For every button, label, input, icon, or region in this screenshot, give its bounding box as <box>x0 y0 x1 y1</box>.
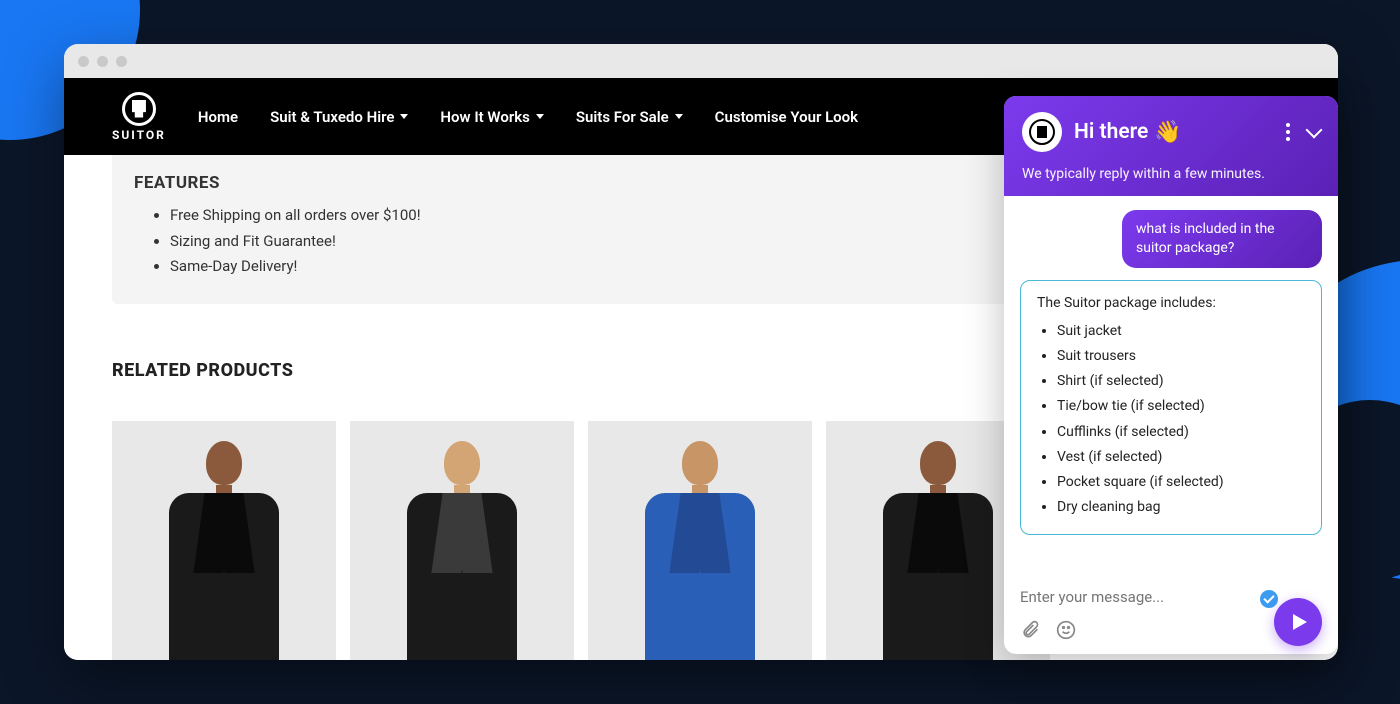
logo-icon <box>122 92 156 126</box>
chat-brand-logo <box>1022 112 1062 152</box>
brand-name: SUITOR <box>112 128 166 142</box>
product-image <box>645 441 755 661</box>
nav-suit-tuxedo-hire[interactable]: Suit & Tuxedo Hire <box>270 108 408 126</box>
chat-subtitle: We typically reply within a few minutes. <box>1022 166 1320 182</box>
chat-bot-message: The Suitor package includes: Suit jacket… <box>1020 280 1322 536</box>
bot-intro: The Suitor package includes: <box>1037 295 1305 311</box>
bot-list-item: Pocket square (if selected) <box>1057 470 1305 495</box>
chat-greeting: Hi there 👋 <box>1074 120 1274 145</box>
bot-list-item: Cufflinks (if selected) <box>1057 420 1305 445</box>
chat-header: Hi there 👋 We typically reply within a f… <box>1004 96 1338 196</box>
emoji-icon[interactable] <box>1056 620 1076 640</box>
attachment-icon[interactable] <box>1020 620 1040 640</box>
verified-badge-icon <box>1260 590 1278 608</box>
bot-list-item: Suit trousers <box>1057 344 1305 369</box>
send-button[interactable] <box>1274 598 1322 646</box>
nav-how-it-works[interactable]: How It Works <box>440 108 543 126</box>
nav-customise[interactable]: Customise Your Look <box>715 108 858 126</box>
nav-home[interactable]: Home <box>198 108 238 126</box>
nav-suits-for-sale[interactable]: Suits For Sale <box>576 108 683 126</box>
window-minimize-icon[interactable] <box>97 56 108 67</box>
bot-list-item: Tie/bow tie (if selected) <box>1057 394 1305 419</box>
window-close-icon[interactable] <box>78 56 89 67</box>
chevron-down-icon <box>536 114 544 119</box>
chat-messages: what is included in the suitor package? … <box>1004 196 1338 572</box>
wave-icon: 👋 <box>1154 120 1181 145</box>
bot-list-item: Shirt (if selected) <box>1057 369 1305 394</box>
bot-list: Suit jacket Suit trousers Shirt (if sele… <box>1037 319 1305 521</box>
product-image <box>883 441 993 661</box>
chevron-down-icon <box>675 114 683 119</box>
chat-menu-icon[interactable] <box>1286 123 1290 141</box>
product-card[interactable] <box>112 421 336 661</box>
product-card[interactable] <box>350 421 574 661</box>
chevron-down-icon <box>400 114 408 119</box>
bot-list-item: Vest (if selected) <box>1057 445 1305 470</box>
send-icon <box>1293 614 1307 630</box>
brand-logo[interactable]: SUITOR <box>112 92 166 142</box>
window-maximize-icon[interactable] <box>116 56 127 67</box>
browser-titlebar <box>64 44 1338 78</box>
chat-minimize-icon[interactable] <box>1306 122 1323 139</box>
product-image <box>169 441 279 661</box>
product-card[interactable] <box>588 421 812 661</box>
bot-list-item: Suit jacket <box>1057 319 1305 344</box>
bot-list-item: Dry cleaning bag <box>1057 495 1305 520</box>
product-image <box>407 441 517 661</box>
chat-widget: Hi there 👋 We typically reply within a f… <box>1004 96 1338 654</box>
chat-user-message: what is included in the suitor package? <box>1122 210 1322 268</box>
